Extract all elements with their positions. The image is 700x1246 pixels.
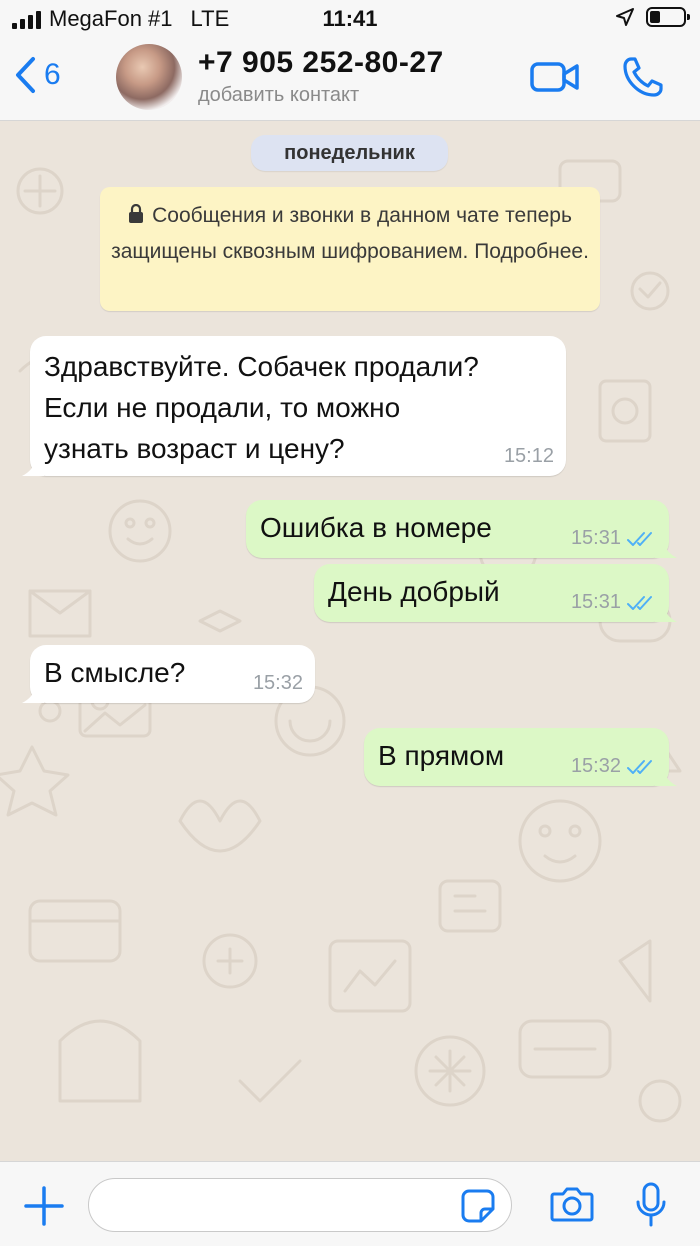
message-time: 15:31	[570, 527, 621, 549]
bubble-tail	[22, 685, 44, 703]
message-meta: 15:31	[571, 527, 657, 550]
chevron-left-icon	[16, 57, 35, 93]
double-check-icon	[627, 531, 652, 546]
bubble-tail	[655, 604, 677, 622]
contact-subtitle: добавить контакт	[198, 84, 360, 106]
message-meta: 15:32	[571, 755, 657, 778]
sticker-icon[interactable]	[461, 1189, 495, 1223]
bubble-tail	[655, 768, 677, 786]
message-time: 15:32	[252, 672, 303, 694]
battery-icon	[646, 7, 690, 27]
message-incoming[interactable]: Здравствуйте. Собачек продали? Если не п…	[22, 336, 566, 476]
message-meta: 15:32	[253, 672, 303, 695]
message-text: В прямом	[378, 740, 505, 771]
phone-call-icon[interactable]	[622, 56, 664, 98]
encryption-notice[interactable]: Сообщения и звонки в данном чате теперь …	[100, 187, 600, 311]
back-button[interactable]: 6	[14, 56, 61, 94]
bubble-tail	[655, 540, 677, 558]
clock: 11:41	[322, 6, 378, 31]
contact-name: +7 905 252-80-27	[198, 46, 444, 79]
microphone-icon[interactable]	[634, 1182, 668, 1228]
message-incoming[interactable]: В смысле? 15:32	[22, 645, 315, 703]
message-meta: 15:12	[504, 445, 554, 468]
message-time: 15:12	[503, 445, 554, 467]
plus-icon[interactable]	[24, 1186, 64, 1226]
message-text: День добрый	[328, 576, 500, 607]
message-outgoing[interactable]: Ошибка в номере 15:31	[246, 500, 677, 558]
encryption-notice-text: Сообщения и звонки в данном чате теперь …	[111, 204, 589, 263]
location-arrow-icon	[616, 8, 634, 26]
message-outgoing[interactable]: День добрый 15:31	[314, 564, 677, 622]
double-check-icon	[627, 595, 652, 610]
status-bar: MegaFon #1 LTE 11:41	[0, 0, 700, 40]
lock-icon	[128, 201, 144, 235]
message-text: Здравствуйте. Собачек продали? Если не п…	[44, 351, 479, 464]
double-check-icon	[627, 759, 652, 774]
video-call-icon[interactable]	[530, 60, 580, 94]
message-text-input[interactable]	[107, 1189, 451, 1223]
unread-count: 6	[44, 58, 61, 91]
status-right	[616, 7, 690, 27]
chat-area[interactable]: понедельник Сообщения и звонки в данном …	[0, 121, 700, 1161]
message-text: Ошибка в номере	[260, 512, 492, 543]
contact-info[interactable]: +7 905 252-80-27 добавить контакт	[198, 46, 444, 107]
day-separator: понедельник	[251, 135, 448, 171]
message-time: 15:31	[570, 591, 621, 613]
bubble-tail	[22, 458, 44, 476]
message-input[interactable]	[88, 1178, 512, 1232]
message-time: 15:32	[570, 755, 621, 777]
message-text: В смысле?	[44, 657, 186, 688]
message-outgoing[interactable]: В прямом 15:32	[364, 728, 677, 786]
avatar[interactable]	[116, 44, 182, 110]
chat-header: 6 +7 905 252-80-27 добавить контакт	[0, 40, 700, 121]
camera-icon[interactable]	[550, 1186, 594, 1222]
message-meta: 15:31	[571, 591, 657, 614]
message-input-bar	[0, 1161, 700, 1246]
